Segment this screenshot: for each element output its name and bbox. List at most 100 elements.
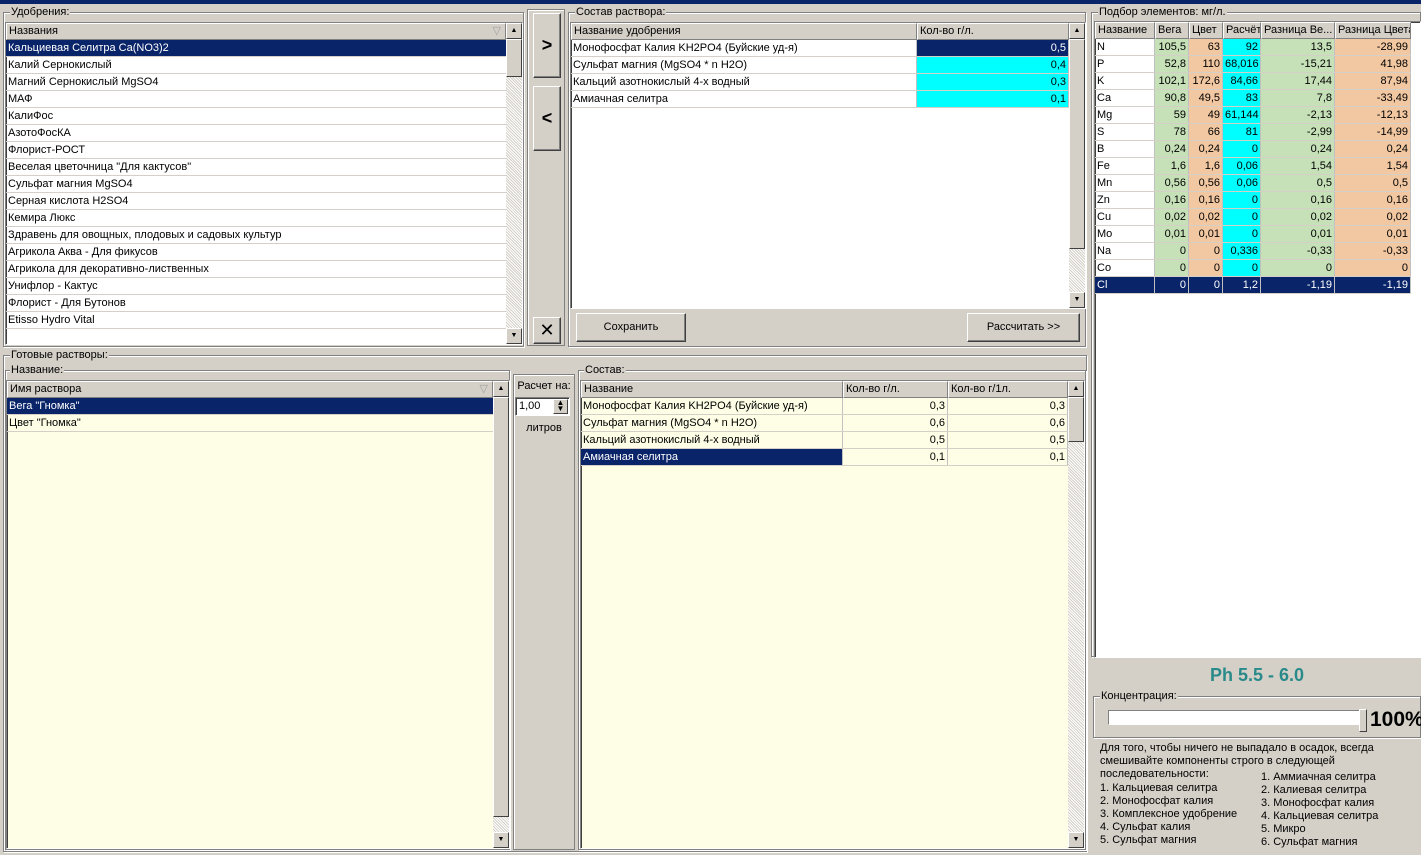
ready-solutions-list[interactable]: Имя раствора ▽ Вега "Гномка" Цвет "Гномка… [6, 380, 510, 849]
scroll-thumb[interactable] [506, 39, 522, 77]
remove-fertilizer-button[interactable]: < [533, 86, 561, 151]
composition-qty-cell[interactable]: 0,4 [917, 57, 1069, 73]
scroll-up-icon[interactable]: ▲ [1068, 381, 1084, 397]
element-value-cell: 7,8 [1261, 90, 1335, 106]
list-item[interactable]: КалиФос [6, 108, 506, 125]
element-row[interactable]: Co 0 0 0 0 0 [1095, 260, 1411, 277]
elements-column-header[interactable]: Цвет [1189, 22, 1223, 39]
instruction-step: 5. Микро [1261, 823, 1306, 835]
composition-scrollbar[interactable]: ▲ ▼ [1069, 23, 1085, 308]
list-item[interactable]: Вега "Гномка" [7, 398, 493, 415]
element-value-cell: 0 [1223, 260, 1261, 276]
element-row[interactable]: Na 0 0 0,336 -0,33 -0,33 [1095, 243, 1411, 260]
elements-column-header[interactable]: Вега [1155, 22, 1189, 39]
composition-qty-cell[interactable]: 0,5 [917, 40, 1069, 56]
list-item[interactable]: Калий Сернокислый [6, 57, 506, 74]
element-name-cell: Na [1095, 243, 1155, 259]
list-item[interactable]: Флорист - Для Бутонов [6, 295, 506, 312]
element-row[interactable]: Fe 1,6 1,6 0,06 1,54 1,54 [1095, 158, 1411, 175]
element-row[interactable]: Zn 0,16 0,16 0 0,16 0,16 [1095, 192, 1411, 209]
composition-col-name[interactable]: Название удобрения [571, 23, 917, 40]
elements-column-header[interactable]: Разница Цвета [1335, 22, 1411, 39]
ready-column-header[interactable]: Имя раствора ▽ [7, 381, 493, 398]
list-item[interactable]: МАФ [6, 91, 506, 108]
list-item[interactable]: Серная кислота H2SO4 [6, 193, 506, 210]
elements-column-header[interactable]: Название [1095, 22, 1155, 39]
list-item[interactable]: Агрикола Аква - Для фикусов [6, 244, 506, 261]
list-item[interactable]: Цвет "Гномка" [7, 415, 493, 432]
element-row[interactable]: K 102,1 172,6 84,66 17,44 87,94 [1095, 73, 1411, 90]
ready-scrollbar[interactable]: ▲ ▼ [493, 381, 509, 848]
scroll-up-icon[interactable]: ▲ [506, 23, 522, 39]
element-row[interactable]: S 78 66 81 -2,99 -14,99 [1095, 124, 1411, 141]
element-row[interactable]: Cu 0,02 0,02 0 0,02 0,02 [1095, 209, 1411, 226]
list-item[interactable]: Etisso Hydro Vital [6, 312, 506, 329]
element-row[interactable]: Mg 59 49 61,144 -2,13 -12,13 [1095, 107, 1411, 124]
table-row[interactable]: Амиачная селитра 0,1 [571, 91, 1069, 108]
list-item[interactable]: Унифлор - Кактус [6, 278, 506, 295]
element-value-cell: -1,19 [1261, 277, 1335, 293]
spinner-updown-icon[interactable]: ▲ ▼ [553, 399, 568, 414]
scroll-down-icon[interactable]: ▼ [506, 328, 522, 344]
scroll-down-icon[interactable]: ▼ [1069, 292, 1085, 308]
composition-col-qty[interactable]: Кол-во г/л. [917, 23, 1069, 40]
calculate-button[interactable]: Рассчитать >> [967, 313, 1080, 342]
list-item[interactable]: АзотоФосКА [6, 125, 506, 142]
scroll-up-icon[interactable]: ▲ [493, 381, 509, 397]
list-item[interactable]: Кемира Люкс [6, 210, 506, 227]
scroll-down-icon[interactable]: ▼ [493, 832, 509, 848]
composition-qty-cell[interactable]: 0,3 [917, 74, 1069, 90]
elements-column-header[interactable]: Расчёт [1223, 22, 1261, 39]
clear-composition-button[interactable]: ✕ [533, 317, 561, 344]
table-row[interactable]: Монофосфат Калия KH2PO4 (Буйские уд-я) 0,… [581, 398, 1068, 415]
add-fertilizer-button[interactable]: > [533, 13, 561, 78]
concentration-slider-track[interactable] [1108, 710, 1364, 725]
elements-column-header[interactable]: Разница Ве... [1261, 22, 1335, 39]
elements-table[interactable]: Название Вега Цвет Расчёт Разница Ве... Разни… [1094, 21, 1421, 658]
element-row[interactable]: Ca 90,8 49,5 83 7,8 -33,49 [1095, 90, 1411, 107]
list-item[interactable]: Здравень для овощных, плодовых и садовых… [6, 227, 506, 244]
ready-comp-col-name[interactable]: Название [581, 381, 843, 398]
list-item[interactable]: Сульфат магния MgSO4 [6, 176, 506, 193]
scroll-thumb[interactable] [493, 397, 509, 817]
table-row[interactable]: Сульфат магния (MgSO4 * n H2O) 0,4 [571, 57, 1069, 74]
element-value-cell: -14,99 [1335, 124, 1411, 140]
fertilizers-column-header[interactable]: Названия ▽ [6, 23, 506, 40]
element-value-cell: -1,19 [1335, 277, 1411, 293]
scroll-down-icon[interactable]: ▼ [1068, 832, 1084, 848]
save-button[interactable]: Сохранить [576, 313, 686, 342]
ready-composition-scrollbar[interactable]: ▲ ▼ [1068, 381, 1084, 848]
table-row[interactable]: Кальций азотнокислый 4-х водный 0,3 [571, 74, 1069, 91]
list-item[interactable]: Флорист-РОСТ [6, 142, 506, 159]
concentration-slider-thumb[interactable] [1359, 709, 1367, 732]
table-row[interactable]: Кальций азотнокислый 4-х водный 0,5 0,5 [581, 432, 1068, 449]
list-item[interactable]: Кальциевая Селитра Ca(NO3)2 [6, 40, 506, 57]
list-item[interactable]: Веселая цветочница "Для кактусов" [6, 159, 506, 176]
element-row[interactable]: Mo 0,01 0,01 0 0,01 0,01 [1095, 226, 1411, 243]
element-value-cell: 0,01 [1189, 226, 1223, 242]
composition-qty-cell[interactable]: 0,1 [917, 91, 1069, 107]
fertilizers-list[interactable]: Названия ▽ Кальциевая Селитра Ca(NO3)2 Ка… [5, 22, 523, 345]
scroll-thumb[interactable] [1069, 39, 1085, 249]
element-row[interactable]: P 52,8 110 68,016 -15,21 41,98 [1095, 56, 1411, 73]
ready-comp-col-qty-1l[interactable]: Кол-во г/1л. [948, 381, 1068, 398]
composition-table[interactable]: Название удобрения Кол-во г/л. Монофосфа… [570, 22, 1086, 309]
table-row[interactable]: Сульфат магния (MgSO4 * n H2O) 0,6 0,6 [581, 415, 1068, 432]
table-row[interactable]: Амиачная селитра 0,1 0,1 [581, 449, 1068, 466]
element-row[interactable]: Cl 0 0 1,2 -1,19 -1,19 [1095, 277, 1411, 294]
ready-comp-col-qty[interactable]: Кол-во г/л. [843, 381, 948, 398]
scroll-thumb[interactable] [1068, 397, 1084, 442]
scroll-up-icon[interactable]: ▲ [1069, 23, 1085, 39]
fertilizers-title: Удобрения: [10, 6, 71, 18]
table-row[interactable]: Монофосфат Калия KH2PO4 (Буйские уд-я) 0,… [571, 40, 1069, 57]
element-row[interactable]: N 105,5 63 92 13,5 -28,99 [1095, 39, 1411, 56]
ready-composition-table[interactable]: Название Кол-во г/л. Кол-во г/1л. Монофо… [580, 380, 1085, 849]
fertilizers-scrollbar[interactable]: ▲ ▼ [506, 23, 522, 344]
list-item[interactable]: Магний Сернокислый MgSO4 [6, 74, 506, 91]
element-value-cell: 0,02 [1261, 209, 1335, 225]
composition-name-cell: Кальций азотнокислый 4-х водный [571, 74, 917, 90]
calc-volume-spinner[interactable]: 1,00 ▲ ▼ [515, 397, 570, 416]
element-row[interactable]: B 0,24 0,24 0 0,24 0,24 [1095, 141, 1411, 158]
list-item[interactable]: Агрикола для декоративно-лиственных [6, 261, 506, 278]
element-row[interactable]: Mn 0,56 0,56 0,06 0,5 0,5 [1095, 175, 1411, 192]
